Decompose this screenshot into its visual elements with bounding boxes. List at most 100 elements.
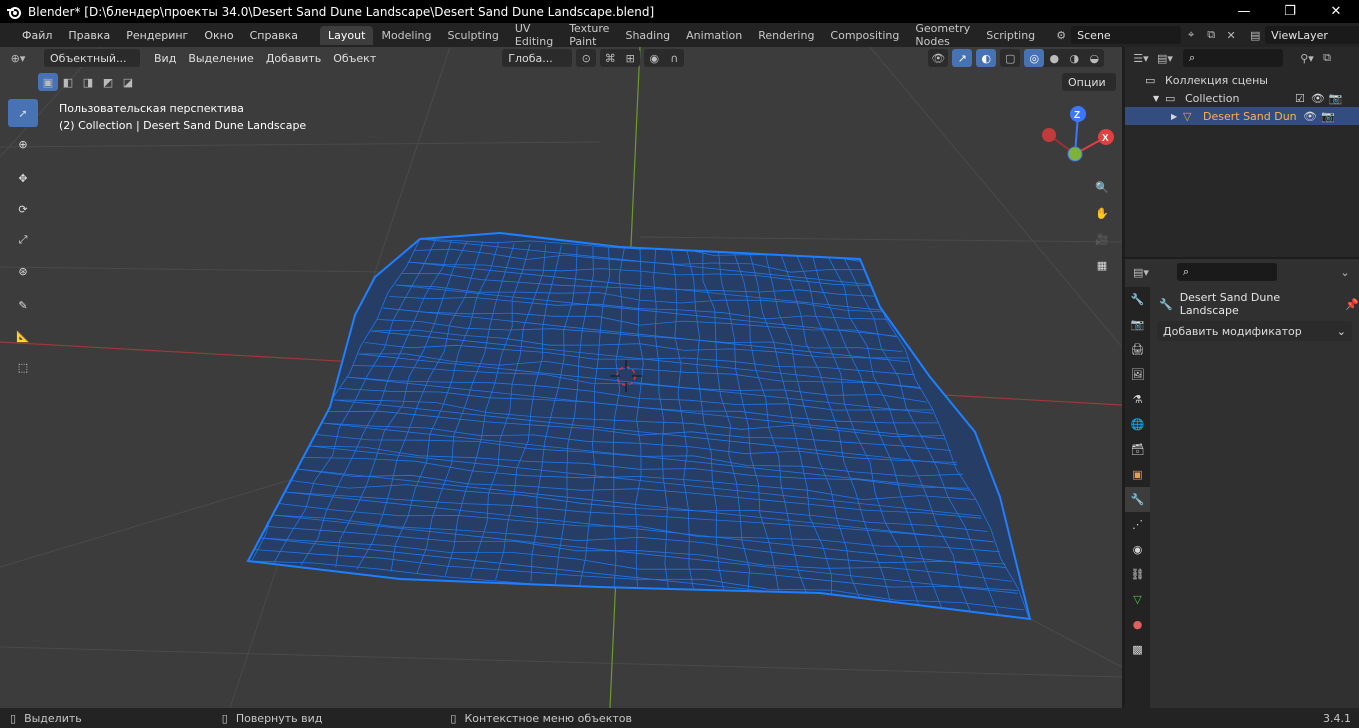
viewport-canvas[interactable]: Z X — [0, 47, 1122, 708]
xray-icon[interactable]: ▢ — [1000, 49, 1020, 67]
proportional-edit-icon[interactable]: ◉ — [644, 49, 664, 67]
3d-viewport[interactable]: Z X ⊕▾ Объектный... Вид Выделение Добави… — [0, 47, 1122, 708]
render-tab-icon[interactable]: 📷 — [1125, 312, 1150, 337]
collection-visibility-icon[interactable]: 👁 — [1311, 92, 1325, 105]
constraints-tab-icon[interactable]: ⛓ — [1125, 562, 1150, 587]
wireframe-shading-icon[interactable]: ◎ — [1024, 49, 1045, 67]
object-tab-icon[interactable]: ▣ — [1125, 462, 1150, 487]
gizmo-icon[interactable]: ↗ — [952, 49, 973, 67]
dune-mesh[interactable] — [246, 231, 1032, 621]
ortho-grid-icon[interactable]: ▦ — [1090, 253, 1114, 277]
select-new-icon[interactable]: ▣ — [38, 73, 58, 91]
scene-tab-icon[interactable]: ⚗ — [1125, 387, 1150, 412]
close-icon[interactable]: ✕ — [1313, 4, 1359, 19]
properties-options-icon[interactable]: ⌄ — [1335, 263, 1355, 281]
data-tab-icon[interactable]: ▽ — [1125, 587, 1150, 612]
menu-edit[interactable]: Правка — [60, 29, 118, 42]
physics-tab-icon[interactable]: ◉ — [1125, 537, 1150, 562]
snap-target-icon[interactable]: ⊞ — [620, 49, 640, 67]
material-tab-icon[interactable]: ● — [1125, 612, 1150, 637]
scene-field[interactable]: Scene — [1071, 26, 1182, 44]
tab-modeling[interactable]: Modeling — [373, 26, 439, 45]
solid-shading-icon[interactable]: ● — [1044, 49, 1064, 67]
maximize-icon[interactable]: ❐ — [1267, 4, 1313, 19]
add-cube-tool-icon[interactable]: ⬚ — [8, 353, 38, 381]
rotate-tool-icon[interactable]: ⟳ — [8, 195, 38, 223]
material-shading-icon[interactable]: ◑ — [1064, 49, 1084, 67]
collection-row[interactable]: ▼ ▭ Collection ☑ 👁 📷 — [1125, 89, 1359, 107]
object-render-icon[interactable]: 📷 — [1321, 110, 1335, 123]
viewport-menu-object[interactable]: Объект — [327, 52, 382, 65]
editor-type-icon[interactable]: ⊕▾ — [8, 49, 28, 67]
navigation-gizmo[interactable]: Z X — [1042, 106, 1114, 162]
visibility-icon[interactable]: 👁 — [928, 49, 948, 67]
measure-tool-icon[interactable]: 📐 — [8, 322, 38, 350]
menu-window[interactable]: Окно — [196, 29, 241, 42]
annotate-tool-icon[interactable]: ✎ — [8, 291, 38, 319]
filter-icon[interactable]: ⚲▾ — [1297, 49, 1317, 67]
move-tool-icon[interactable]: ✥ — [8, 164, 38, 192]
collapse-arrow-icon[interactable]: ▶ — [1171, 112, 1183, 121]
snap-icon[interactable]: ⌘ — [600, 49, 620, 67]
collection-render-icon[interactable]: 📷 — [1329, 92, 1343, 105]
object-visibility-icon[interactable]: 👁 — [1303, 110, 1317, 123]
cursor-tool-icon[interactable]: ⊕ — [8, 130, 38, 158]
scene-collection-row[interactable]: ▭ Коллекция сцены — [1125, 71, 1359, 89]
transform-tool-icon[interactable]: ⊛ — [8, 257, 38, 285]
object-row[interactable]: ▶ ▽ Desert Sand Dune La 👁 📷 — [1125, 107, 1359, 125]
scene-icon[interactable]: ⚙ — [1051, 26, 1071, 44]
pivot-icon[interactable]: ⊙ — [576, 49, 596, 67]
texture-tab-icon[interactable]: ▩ — [1125, 637, 1150, 662]
scale-tool-icon[interactable]: ⤢ — [8, 226, 38, 254]
tab-sculpting[interactable]: Sculpting — [440, 26, 507, 45]
camera-icon[interactable]: 🎥 — [1090, 227, 1114, 251]
tab-layout[interactable]: Layout — [320, 25, 374, 45]
mode-dropdown[interactable]: Объектный... — [44, 49, 140, 67]
tab-animation[interactable]: Animation — [678, 26, 750, 45]
properties-search-input[interactable]: ⌕ — [1177, 263, 1277, 281]
menu-render[interactable]: Рендеринг — [118, 29, 196, 42]
view-layer-tab-icon[interactable]: 🖼 — [1125, 362, 1150, 387]
pin-icon[interactable]: 📌 — [1345, 298, 1359, 311]
falloff-icon[interactable]: ∩ — [664, 49, 684, 67]
modifier-tab-icon[interactable]: 🔧 — [1125, 487, 1150, 512]
outliner-editor-type-icon[interactable]: ☰▾ — [1131, 49, 1151, 67]
viewport-menu-add[interactable]: Добавить — [260, 52, 327, 65]
select-invert-icon[interactable]: ◩ — [98, 73, 118, 91]
delete-scene-icon[interactable]: ✕ — [1221, 26, 1241, 44]
pan-hand-icon[interactable]: ✋ — [1090, 201, 1114, 225]
output-tab-icon[interactable]: 🖨 — [1125, 337, 1150, 362]
new-collection-icon[interactable]: ⧉ — [1317, 49, 1337, 67]
tab-rendering[interactable]: Rendering — [750, 26, 822, 45]
world-tab-icon[interactable]: 🌐 — [1125, 412, 1150, 437]
select-subtract-icon[interactable]: ◨ — [78, 73, 98, 91]
tab-scripting[interactable]: Scripting — [978, 26, 1043, 45]
minimize-icon[interactable]: — — [1221, 4, 1267, 19]
new-scene-icon[interactable]: ⧉ — [1201, 26, 1221, 44]
menu-help[interactable]: Справка — [242, 29, 306, 42]
select-extend-icon[interactable]: ◧ — [58, 73, 78, 91]
pin-icon[interactable]: ⌖ — [1181, 26, 1201, 44]
tab-shading[interactable]: Shading — [617, 26, 678, 45]
transform-orientation-dropdown[interactable]: Глоба... — [502, 49, 573, 67]
particles-tab-icon[interactable]: ⋰ — [1125, 512, 1150, 537]
select-intersect-icon[interactable]: ◪ — [118, 73, 138, 91]
display-mode-icon[interactable]: ▤▾ — [1155, 49, 1175, 67]
outliner-search-input[interactable]: ⌕ — [1183, 49, 1283, 67]
exclude-checkbox-icon[interactable]: ☑ — [1295, 92, 1305, 105]
view-layer-field[interactable]: ViewLayer — [1265, 26, 1359, 44]
add-modifier-dropdown[interactable]: Добавить модификатор ⌄ — [1157, 321, 1352, 341]
rendered-shading-icon[interactable]: ◒ — [1084, 49, 1104, 67]
properties-editor-type-icon[interactable]: ▤▾ — [1131, 263, 1151, 281]
neg-x-axis-icon[interactable] — [1042, 128, 1056, 142]
collection-tab-icon[interactable]: 🗃 — [1125, 437, 1150, 462]
menu-file[interactable]: Файл — [14, 29, 60, 42]
options-dropdown[interactable]: Опции — [1062, 73, 1116, 91]
viewport-menu-select[interactable]: Выделение — [182, 52, 260, 65]
y-axis-icon[interactable] — [1067, 146, 1083, 162]
view-layer-icon[interactable]: ▤ — [1245, 26, 1265, 44]
viewport-menu-view[interactable]: Вид — [148, 52, 182, 65]
overlay-icon[interactable]: ◐ — [976, 49, 997, 67]
select-box-tool-icon[interactable]: ➚ — [8, 99, 38, 127]
zoom-icon[interactable]: 🔍 — [1090, 175, 1114, 199]
